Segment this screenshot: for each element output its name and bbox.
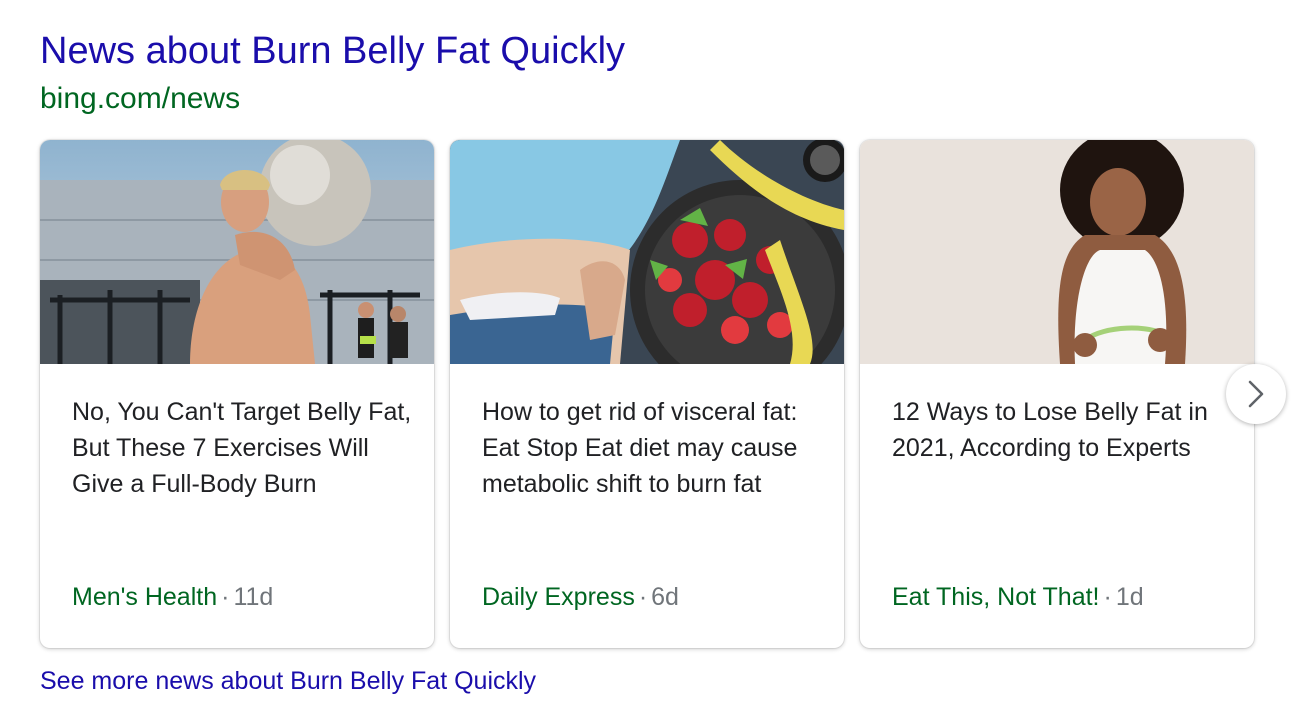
news-card[interactable]: No, You Can't Target Belly Fat, But Thes… bbox=[40, 140, 434, 648]
news-headline[interactable]: 12 Ways to Lose Belly Fat in 2021, Accor… bbox=[892, 394, 1232, 466]
chevron-right-icon bbox=[1248, 380, 1264, 408]
man-lifting-stone-image bbox=[40, 140, 434, 364]
separator-dot: · bbox=[221, 583, 230, 611]
news-card[interactable]: How to get rid of visceral fat: Eat Stop… bbox=[450, 140, 844, 648]
news-card[interactable]: 12 Ways to Lose Belly Fat in 2021, Accor… bbox=[860, 140, 1254, 648]
see-more-news-link[interactable]: See more news about Burn Belly Fat Quick… bbox=[40, 664, 536, 698]
publisher-name: Eat This, Not That! bbox=[892, 583, 1100, 611]
news-age: 6d bbox=[651, 583, 679, 611]
news-age: 1d bbox=[1115, 583, 1144, 611]
news-meta: Eat This, Not That! · 1d bbox=[892, 580, 1144, 614]
carousel-next-button[interactable] bbox=[1226, 364, 1286, 424]
news-meta: Men's Health · 11d bbox=[72, 580, 273, 614]
separator-dot: · bbox=[1103, 583, 1112, 611]
news-meta: Daily Express · 6d bbox=[482, 580, 679, 614]
news-headline[interactable]: How to get rid of visceral fat: Eat Stop… bbox=[482, 394, 822, 502]
news-section-title[interactable]: News about Burn Belly Fat Quickly bbox=[40, 28, 625, 74]
publisher-name: Daily Express bbox=[482, 583, 635, 611]
news-headline[interactable]: No, You Can't Target Belly Fat, But Thes… bbox=[72, 394, 412, 502]
publisher-name: Men's Health bbox=[72, 583, 218, 611]
belly-and-fruit-bowl-image bbox=[450, 140, 844, 364]
news-age: 11d bbox=[233, 583, 274, 611]
woman-measuring-waist-image bbox=[860, 140, 1254, 364]
source-url: bing.com/news bbox=[40, 82, 241, 115]
separator-dot: · bbox=[638, 583, 648, 611]
